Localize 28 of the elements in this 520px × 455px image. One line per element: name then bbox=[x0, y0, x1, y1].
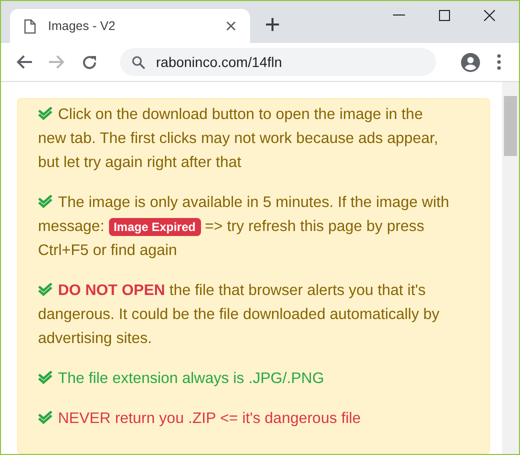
tab-title: Images - V2 bbox=[48, 19, 116, 33]
double-check-icon bbox=[38, 371, 53, 384]
notice-text: The file extension always is .JPG/.PNG bbox=[38, 367, 451, 391]
notice-text: DO NOT OPEN the file that browser alerts you that it's dangerous. It could be the file downloaded automatically by advertising sites. bbox=[38, 281, 440, 349]
search-icon bbox=[132, 56, 145, 68]
address-bar[interactable]: raboninco.com/14fln bbox=[120, 48, 436, 76]
notice-text: The image is only available in 5 minutes. If the image with message: Image Expired => try refresh this page by press Ctrl+F5 or find again bbox=[38, 193, 450, 261]
maximize-icon[interactable] bbox=[439, 10, 450, 20]
reload-icon[interactable] bbox=[82, 54, 97, 70]
close-icon[interactable] bbox=[484, 10, 495, 20]
account-icon[interactable] bbox=[461, 52, 480, 72]
expired-badge: Image Expired bbox=[108, 218, 201, 236]
scrollbar[interactable] bbox=[502, 82, 519, 454]
close-icon[interactable] bbox=[226, 21, 236, 31]
double-check-icon bbox=[38, 411, 53, 424]
page-icon bbox=[24, 18, 36, 34]
plus-icon[interactable] bbox=[266, 18, 279, 31]
scrollbar-thumb[interactable] bbox=[504, 96, 517, 156]
menu-icon[interactable] bbox=[497, 54, 501, 70]
notice-text: NEVER return you .ZIP <= it's dangerous file bbox=[38, 407, 451, 431]
minimize-icon[interactable] bbox=[393, 14, 405, 16]
notice-text: Click on the download button to open the image in the new tab. The first clicks may not work because ads appear, but let try again right after that bbox=[38, 105, 440, 173]
double-check-icon bbox=[38, 283, 53, 296]
double-check-icon bbox=[38, 195, 53, 208]
back-arrow-icon[interactable] bbox=[16, 55, 32, 69]
browser-tab[interactable]: Images - V2 bbox=[10, 9, 250, 43]
url-text: raboninco.com/14fln bbox=[156, 54, 282, 70]
double-check-icon bbox=[38, 107, 53, 120]
